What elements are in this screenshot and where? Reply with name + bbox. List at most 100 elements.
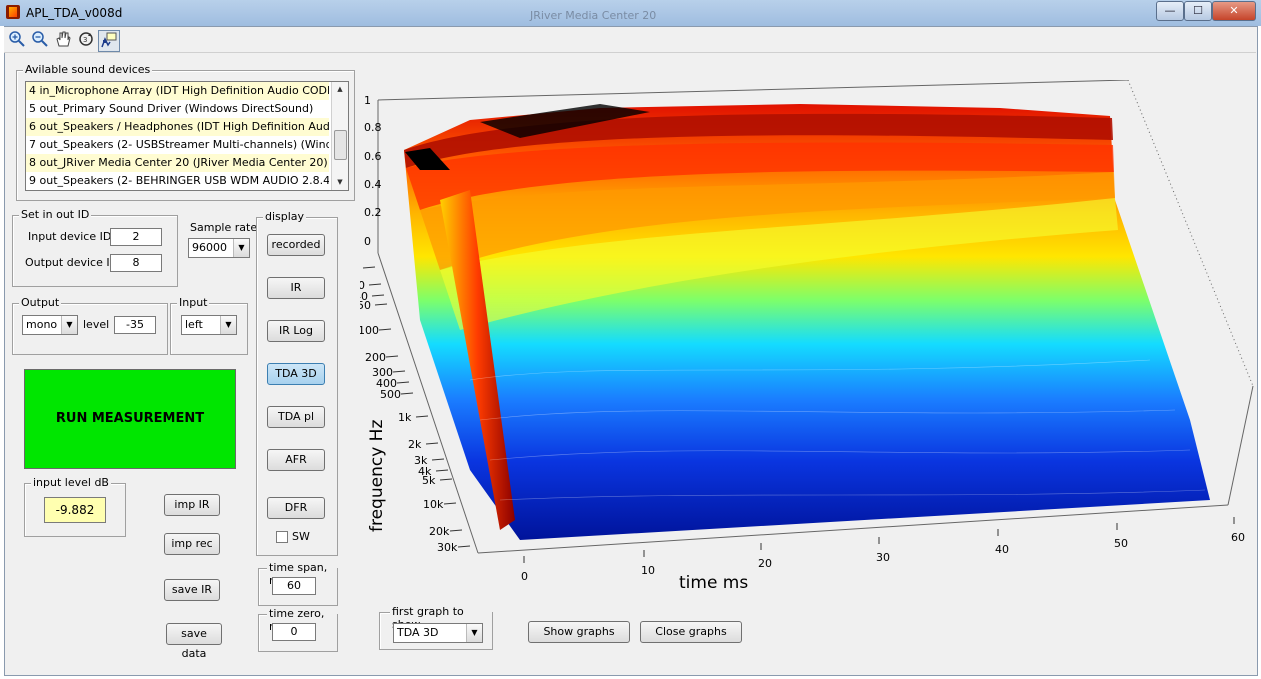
input-channel-value: left bbox=[185, 318, 203, 331]
tick-mark bbox=[457, 545, 471, 548]
zoom-out-icon[interactable] bbox=[30, 30, 50, 50]
tick-label: 0.2 bbox=[364, 206, 382, 219]
save-ir-button[interactable]: save IR bbox=[164, 579, 220, 601]
ir-button[interactable]: IR bbox=[267, 277, 325, 299]
recorded-button[interactable]: recorded bbox=[267, 234, 325, 256]
tick-label: 500 bbox=[380, 388, 401, 401]
tick-mark bbox=[443, 502, 457, 505]
close-button[interactable]: ✕ bbox=[1212, 1, 1256, 21]
run-measurement-button[interactable]: RUN MEASUREMENT bbox=[24, 369, 236, 469]
svg-text:3: 3 bbox=[83, 36, 87, 44]
scroll-down-icon[interactable]: ▼ bbox=[332, 175, 348, 189]
dfr-button[interactable]: DFR bbox=[267, 497, 325, 519]
data-cursor-icon[interactable] bbox=[98, 30, 120, 52]
output-level-field[interactable]: -35 bbox=[114, 316, 156, 334]
time-zero-field[interactable]: 0 bbox=[272, 623, 316, 641]
afr-button[interactable]: AFR bbox=[267, 449, 325, 471]
tick-label: 20 bbox=[758, 557, 772, 570]
tick-mark bbox=[368, 283, 382, 286]
input-channel-select[interactable]: left ▼ bbox=[181, 315, 237, 335]
output-mode-select[interactable]: mono ▼ bbox=[22, 315, 78, 335]
minimize-button[interactable]: — bbox=[1156, 1, 1184, 21]
show-graphs-button[interactable]: Show graphs bbox=[528, 621, 630, 643]
device-item[interactable]: 5 out_Primary Sound Driver (Windows Dire… bbox=[26, 100, 329, 118]
z-axis-ticks: 1 0.8 0.6 0.4 0.2 0 bbox=[364, 94, 382, 248]
tick-label: 0.4 bbox=[364, 178, 382, 191]
tick-mark bbox=[371, 294, 385, 297]
device-item[interactable]: 9 out_Speakers (2- BEHRINGER USB WDM AUD… bbox=[26, 172, 329, 190]
tick-mark bbox=[362, 266, 376, 269]
tda-pl-button[interactable]: TDA pl bbox=[267, 406, 325, 428]
close-graphs-button[interactable]: Close graphs bbox=[640, 621, 742, 643]
tick-label: 1 bbox=[364, 94, 371, 107]
title-bar: APL_TDA_v008d JRiver Media Center 20 — ☐… bbox=[0, 0, 1261, 26]
tick-mark bbox=[374, 303, 388, 306]
tick-label: 0.6 bbox=[364, 150, 382, 163]
tick-mark bbox=[415, 415, 429, 418]
tick-mark bbox=[431, 458, 445, 461]
waterfall-3d-plot[interactable]: 10.80.60.40.20 203040501002003004005001k… bbox=[360, 80, 1255, 600]
sample-rate-label: Sample rate bbox=[190, 221, 258, 234]
waterfall-surface bbox=[404, 104, 1210, 540]
devices-scrollbar[interactable]: ▲ ▼ bbox=[331, 82, 348, 190]
chevron-down-icon: ▼ bbox=[233, 239, 249, 257]
input-device-id-label: Input device ID bbox=[28, 230, 112, 243]
input-device-id-field[interactable]: 2 bbox=[110, 228, 162, 246]
chevron-down-icon: ▼ bbox=[220, 316, 236, 334]
time-span-field[interactable]: 60 bbox=[272, 577, 316, 595]
tick-mark bbox=[378, 328, 392, 331]
device-item[interactable]: 7 out_Speakers (2- USBStreamer Multi-cha… bbox=[26, 136, 329, 154]
chevron-down-icon: ▼ bbox=[466, 624, 482, 642]
window-title: APL_TDA_v008d bbox=[26, 6, 123, 20]
ir-log-button[interactable]: IR Log bbox=[267, 320, 325, 342]
sample-rate-value: 96000 bbox=[192, 241, 227, 254]
tick-mark bbox=[439, 478, 453, 481]
save-data-button[interactable]: save data bbox=[166, 623, 222, 660]
imp-rec-button[interactable]: imp rec bbox=[164, 533, 220, 555]
tick-label: 50 bbox=[360, 299, 371, 312]
display-panel-title: display bbox=[263, 210, 307, 223]
sw-checkbox[interactable] bbox=[276, 531, 288, 543]
tick-label: 50 bbox=[1114, 537, 1128, 550]
output-device-id-field[interactable]: 8 bbox=[110, 254, 162, 272]
tick-label: 60 bbox=[1231, 531, 1245, 544]
tick-mark bbox=[385, 355, 399, 358]
tick-label: 0 bbox=[521, 570, 528, 583]
io-id-panel-title: Set in out ID bbox=[19, 208, 92, 221]
output-mode-value: mono bbox=[26, 318, 58, 331]
rotate-3d-icon[interactable]: 3 bbox=[76, 30, 96, 50]
tick-mark bbox=[392, 370, 406, 373]
pan-hand-icon[interactable] bbox=[53, 30, 73, 50]
tick-mark bbox=[400, 392, 414, 395]
output-device-id-label: Output device ID bbox=[25, 256, 119, 269]
output-panel-title: Output bbox=[19, 296, 62, 309]
tda-3d-button[interactable]: TDA 3D bbox=[267, 363, 325, 385]
device-item[interactable]: 8 out_JRiver Media Center 20 (JRiver Med… bbox=[26, 154, 329, 172]
scroll-thumb[interactable] bbox=[334, 130, 347, 160]
zoom-in-icon[interactable] bbox=[7, 30, 27, 50]
device-item[interactable]: 6 out_Speakers / Headphones (IDT High De… bbox=[26, 118, 329, 136]
input-level-readout: -9.882 bbox=[44, 497, 106, 523]
devices-panel-title: Avilable sound devices bbox=[23, 63, 153, 76]
tick-label: 100 bbox=[360, 324, 379, 337]
first-graph-value: TDA 3D bbox=[397, 626, 439, 639]
app-icon bbox=[6, 5, 20, 19]
figure-toolbar bbox=[4, 27, 1256, 53]
sw-label: SW bbox=[292, 530, 310, 543]
devices-listbox[interactable]: 4 in_Microphone Array (IDT High Definiti… bbox=[25, 81, 349, 191]
scroll-up-icon[interactable]: ▲ bbox=[332, 82, 348, 96]
time-axis-label: time ms bbox=[679, 573, 748, 593]
sample-rate-select[interactable]: 96000 ▼ bbox=[188, 238, 250, 258]
maximize-button[interactable]: ☐ bbox=[1184, 1, 1212, 21]
device-item[interactable]: 4 in_Microphone Array (IDT High Definiti… bbox=[26, 82, 329, 100]
tick-mark bbox=[435, 469, 449, 472]
tick-mark bbox=[425, 442, 439, 445]
tick-label: 10 bbox=[641, 564, 655, 577]
first-graph-select[interactable]: TDA 3D ▼ bbox=[393, 623, 483, 643]
tick-label: 0 bbox=[364, 235, 371, 248]
imp-ir-button[interactable]: imp IR bbox=[164, 494, 220, 516]
background-window-title: JRiver Media Center 20 bbox=[530, 9, 657, 22]
tick-label: 5k bbox=[422, 474, 436, 487]
tick-label: 2k bbox=[408, 438, 422, 451]
tick-label: 30k bbox=[437, 541, 458, 554]
